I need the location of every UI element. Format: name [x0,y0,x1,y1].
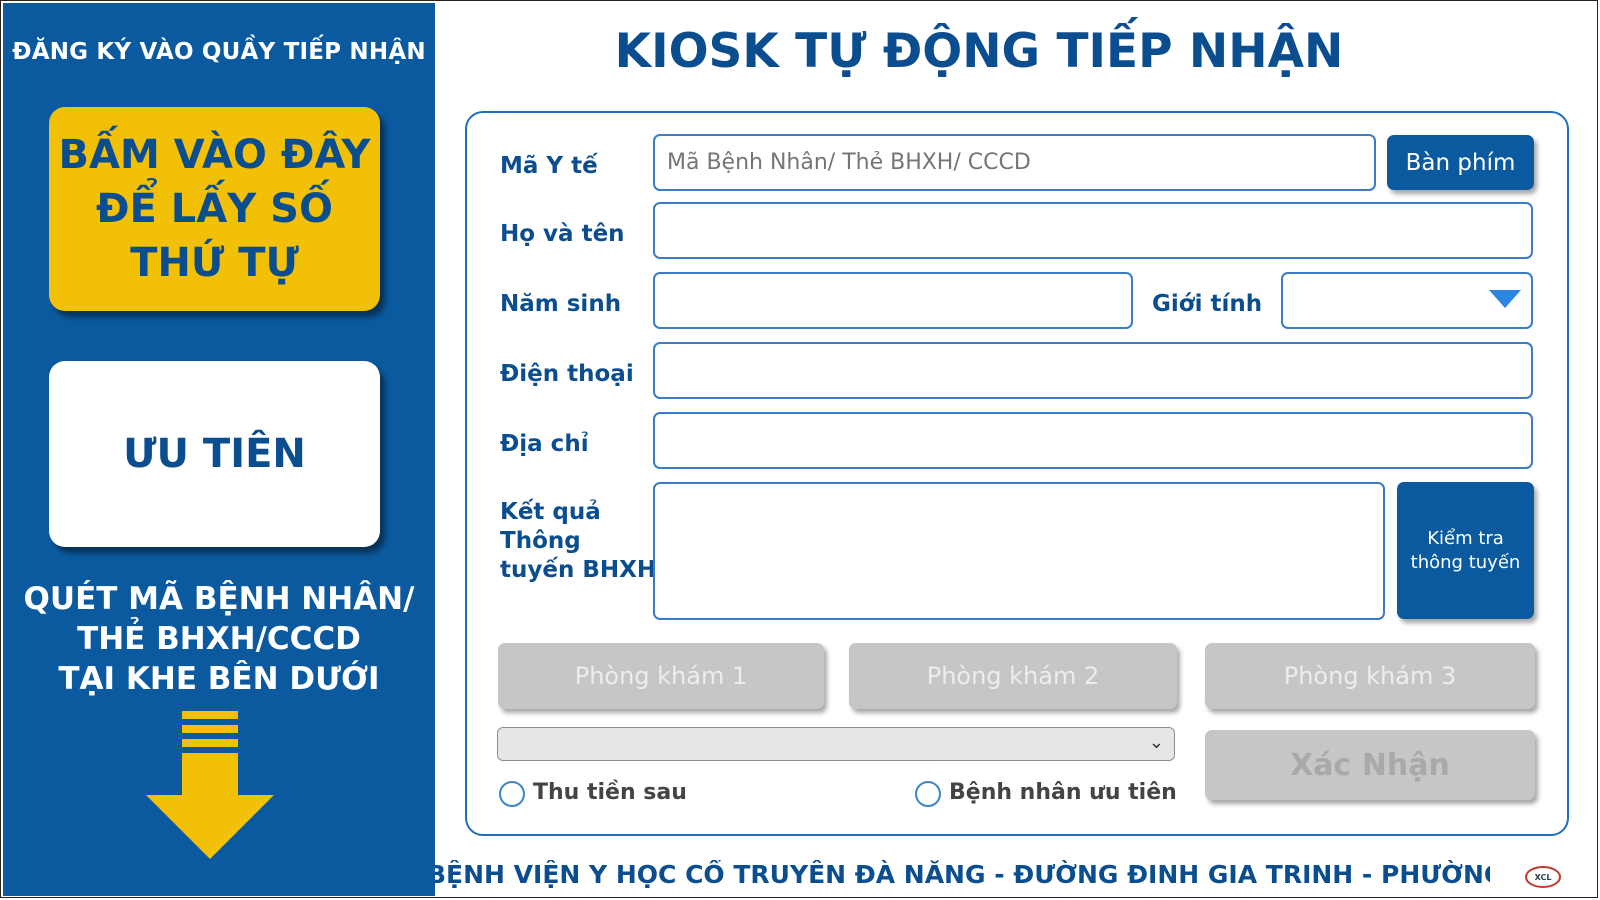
get-queue-number-button[interactable]: BẤM VÀO ĐÂY ĐỂ LẤY SỐ THỨ TỰ [49,107,380,311]
check-button-line-1: Kiểm tra [1427,527,1504,549]
arrow-down-icon [146,711,274,859]
scan-line-3: TẠI KHE BÊN DƯỚI [58,661,380,697]
ket-qua-label-line-3: tuyến BHXH [500,557,657,583]
scan-line-2: THẺ BHXH/CCCD [77,621,361,657]
left-panel: ĐĂNG KÝ VÀO QUẦY TIẾP NHẬN BẤM VÀO ĐÂY Đ… [3,3,435,896]
footer-marquee-text: BỆNH VIỆN Y HỌC CỔ TRUYỀN ĐÀ NẴNG - ĐƯỜN… [435,860,1490,889]
nam-sinh-label: Năm sinh [500,291,622,317]
ket-qua-textarea[interactable] [653,482,1385,620]
footer-marquee: BỆNH VIỆN Y HỌC CỔ TRUYỀN ĐÀ NẴNG - ĐƯỜN… [435,860,1490,894]
ket-qua-label: Kết quả Thông tuyến BHXH [500,498,656,585]
hospital-logo-icon: XCL [1525,866,1561,888]
check-button-line-2: thông tuyến [1410,551,1521,573]
room-1-button[interactable]: Phòng khám 1 [498,643,824,709]
select-chevron-icon: ⌄ [1148,732,1164,753]
nam-sinh-input[interactable] [653,272,1133,329]
priority-patient-radio[interactable] [915,781,941,807]
chevron-down-icon [1489,290,1521,308]
page-title: KIOSK TỰ ĐỘNG TIẾP NHẬN [614,24,1344,79]
priority-label: ƯU TIÊN [123,431,306,477]
logo-text: XCL [1535,873,1552,882]
dien-thoai-label: Điện thoại [500,361,634,387]
dia-chi-input[interactable] [653,412,1533,469]
room-3-button[interactable]: Phòng khám 3 [1205,643,1535,709]
ma-y-te-input[interactable] [653,134,1376,191]
room-2-button[interactable]: Phòng khám 2 [849,643,1177,709]
ket-qua-label-line-1: Kết quả [500,499,601,525]
ma-y-te-label: Mã Y tế [500,153,598,179]
ho-va-ten-label: Họ và tên [500,221,625,247]
scan-instructions: QUÉT MÃ BỆNH NHÂN/ THẺ BHXH/CCCD TẠI KHE… [3,579,435,699]
service-select[interactable]: ⌄ [497,727,1175,761]
priority-patient-label: Bệnh nhân ưu tiên [949,780,1177,805]
pay-later-radio[interactable] [499,781,525,807]
left-panel-title: ĐĂNG KÝ VÀO QUẦY TIẾP NHẬN [12,39,426,65]
gioi-tinh-label: Giới tính [1152,291,1263,317]
pay-later-label: Thu tiền sau [533,780,687,805]
keyboard-button[interactable]: Bàn phím [1387,135,1534,190]
dien-thoai-input[interactable] [653,342,1533,399]
get-number-line-2: ĐỂ LẤY SỐ [96,186,333,232]
get-number-line-3: THỨ TỰ [130,240,299,286]
confirm-button[interactable]: Xác Nhận [1205,730,1535,800]
get-number-line-1: BẤM VÀO ĐÂY [58,132,371,178]
dia-chi-label: Địa chỉ [500,431,589,457]
check-insurance-button[interactable]: Kiểm tra thông tuyến [1397,482,1534,619]
scan-line-1: QUÉT MÃ BỆNH NHÂN/ [23,581,415,617]
priority-button[interactable]: ƯU TIÊN [49,361,380,547]
ket-qua-label-line-2: Thông [500,528,581,554]
ho-va-ten-input[interactable] [653,202,1533,259]
gioi-tinh-dropdown[interactable] [1281,272,1533,329]
